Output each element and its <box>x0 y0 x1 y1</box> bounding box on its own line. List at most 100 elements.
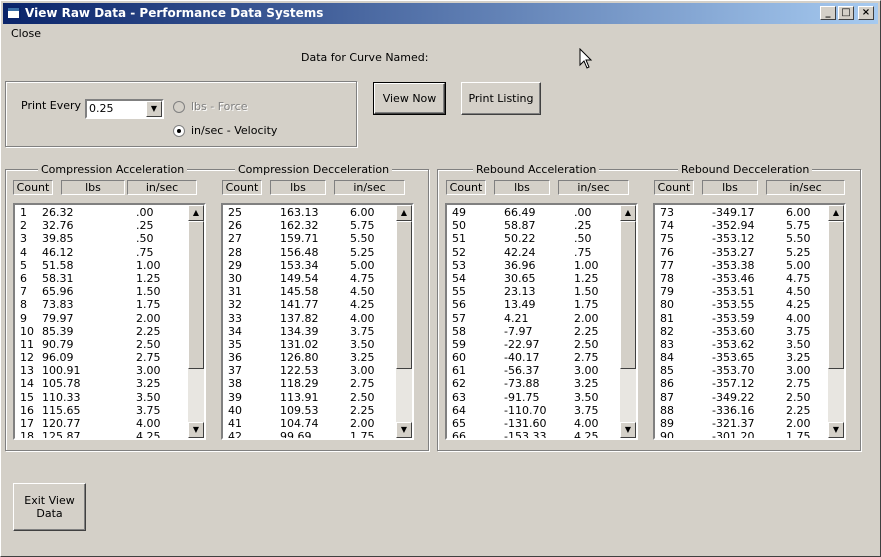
cell-lbs: -110.70 <box>504 403 547 417</box>
scroll-up-icon[interactable]: ▲ <box>188 205 204 221</box>
scroll-thumb[interactable] <box>828 221 844 369</box>
cell-insec: .25 <box>574 219 592 233</box>
scroll-down-icon[interactable]: ▼ <box>620 422 636 438</box>
cell-count: 36 <box>228 351 242 365</box>
col-header-lbs: lbs <box>494 180 550 195</box>
vertical-scrollbar[interactable]: ▲ ▼ <box>188 205 204 438</box>
panel-title-0: Compression Acceleration <box>38 163 188 176</box>
panel-title-2: Rebound Acceleration <box>473 163 600 176</box>
scroll-down-icon[interactable]: ▼ <box>188 422 204 438</box>
cell-lbs: -353.65 <box>712 351 755 365</box>
cell-insec: .00 <box>574 206 592 219</box>
cell-insec: 1.25 <box>574 271 599 285</box>
cell-count: 32 <box>228 298 242 312</box>
cell-count: 8 <box>20 298 27 312</box>
print-every-select[interactable]: 0.25 ▼ <box>85 99 164 119</box>
cell-count: 34 <box>228 324 242 338</box>
scroll-thumb[interactable] <box>396 221 412 369</box>
cell-lbs: -73.88 <box>504 377 540 391</box>
cell-lbs: 105.78 <box>42 377 81 391</box>
cell-lbs: 42.24 <box>504 245 536 259</box>
cell-count: 75 <box>660 232 674 246</box>
data-listbox[interactable]: 1 26.32 .00 2 32.76 .25 3 39.85 .50 4 46.12 .75 5 51.… <box>13 203 206 440</box>
cell-count: 90 <box>660 430 674 440</box>
cell-insec: 5.50 <box>786 232 811 246</box>
chevron-down-icon[interactable]: ▼ <box>146 101 162 117</box>
close-window-button[interactable]: × <box>858 6 874 20</box>
cell-count: 77 <box>660 258 674 272</box>
cell-count: 60 <box>452 351 466 365</box>
scroll-thumb[interactable] <box>188 221 204 369</box>
radio-velocity[interactable]: in/sec - Velocity <box>173 124 277 137</box>
radio-velocity-label: in/sec - Velocity <box>191 124 278 137</box>
cell-count: 28 <box>228 245 242 259</box>
cell-insec: .50 <box>136 232 154 246</box>
cell-insec: 3.75 <box>574 403 599 417</box>
cell-count: 63 <box>452 390 466 404</box>
cell-lbs: 90.79 <box>42 337 74 351</box>
cell-count: 55 <box>452 285 466 299</box>
cell-count: 42 <box>228 430 242 440</box>
cell-insec: 2.50 <box>136 337 161 351</box>
col-header-lbs: lbs <box>270 180 326 195</box>
view-now-button[interactable]: View Now <box>373 82 446 115</box>
cell-lbs: 36.96 <box>504 258 536 272</box>
print-listing-button[interactable]: Print Listing <box>461 82 541 115</box>
cell-insec: 1.50 <box>136 285 161 299</box>
scroll-up-icon[interactable]: ▲ <box>828 205 844 221</box>
cell-lbs: 153.34 <box>280 258 319 272</box>
menu-close[interactable]: Close <box>11 27 41 40</box>
cell-insec: 4.25 <box>786 298 811 312</box>
cell-insec: 5.75 <box>786 219 811 233</box>
data-listbox[interactable]: 25 163.13 6.00 26 162.32 5.75 27 159.71 5.50 28 15… <box>221 203 414 440</box>
cell-insec: 4.75 <box>350 271 375 285</box>
cell-insec: 3.50 <box>574 390 599 404</box>
vertical-scrollbar[interactable]: ▲ ▼ <box>396 205 412 438</box>
cell-lbs: 145.58 <box>280 285 319 299</box>
cell-lbs: 30.65 <box>504 271 536 285</box>
cell-insec: 3.50 <box>350 337 375 351</box>
cell-count: 49 <box>452 206 466 219</box>
vertical-scrollbar[interactable]: ▲ ▼ <box>620 205 636 438</box>
minimize-button[interactable]: _ <box>820 6 836 20</box>
cell-lbs: -22.97 <box>504 337 540 351</box>
cell-count: 31 <box>228 285 242 299</box>
scroll-down-icon[interactable]: ▼ <box>396 422 412 438</box>
scroll-up-icon[interactable]: ▲ <box>620 205 636 221</box>
data-listbox[interactable]: 49 66.49 .00 50 58.87 .25 51 50.22 .50 52 42.24 .75… <box>445 203 638 440</box>
col-header-lbs: lbs <box>61 180 125 195</box>
cell-lbs: -352.94 <box>712 219 755 233</box>
cell-insec: 1.75 <box>786 430 811 440</box>
col-header-insec: in/sec <box>766 180 845 195</box>
vertical-scrollbar[interactable]: ▲ ▼ <box>828 205 844 438</box>
cell-insec: 4.00 <box>574 417 599 430</box>
col-header-insec: in/sec <box>558 180 629 195</box>
cell-count: 33 <box>228 311 242 325</box>
data-listbox[interactable]: 73 -349.17 6.00 74 -352.94 5.75 75 -353.12 5.50 7… <box>653 203 846 440</box>
scroll-down-icon[interactable]: ▼ <box>828 422 844 438</box>
cell-count: 59 <box>452 337 466 351</box>
cell-insec: 2.75 <box>350 377 375 391</box>
cell-lbs: 96.09 <box>42 351 74 365</box>
panel-title-3: Rebound Decceleration <box>678 163 813 176</box>
cell-lbs: 26.32 <box>42 206 74 219</box>
radio-velocity-circle[interactable] <box>173 124 185 137</box>
title-bar[interactable]: View Raw Data - Performance Data Systems… <box>3 3 878 24</box>
cell-lbs: 122.53 <box>280 364 319 378</box>
cell-lbs: -349.22 <box>712 390 755 404</box>
cell-lbs: 65.96 <box>42 285 74 299</box>
cell-lbs: 120.77 <box>42 417 81 430</box>
cell-lbs: -353.27 <box>712 245 755 259</box>
cell-count: 57 <box>452 311 466 325</box>
cell-lbs: 46.12 <box>42 245 74 259</box>
exit-view-data-button[interactable]: Exit View Data <box>13 483 86 531</box>
cell-lbs: -353.55 <box>712 298 755 312</box>
cell-lbs: 79.97 <box>42 311 74 325</box>
maximize-button[interactable]: □ <box>838 6 854 20</box>
cell-insec: 2.25 <box>350 403 375 417</box>
scroll-thumb[interactable] <box>620 221 636 369</box>
cell-count: 3 <box>20 232 27 246</box>
cell-insec: 4.75 <box>786 271 811 285</box>
scroll-up-icon[interactable]: ▲ <box>396 205 412 221</box>
cell-lbs: 113.91 <box>280 390 319 404</box>
